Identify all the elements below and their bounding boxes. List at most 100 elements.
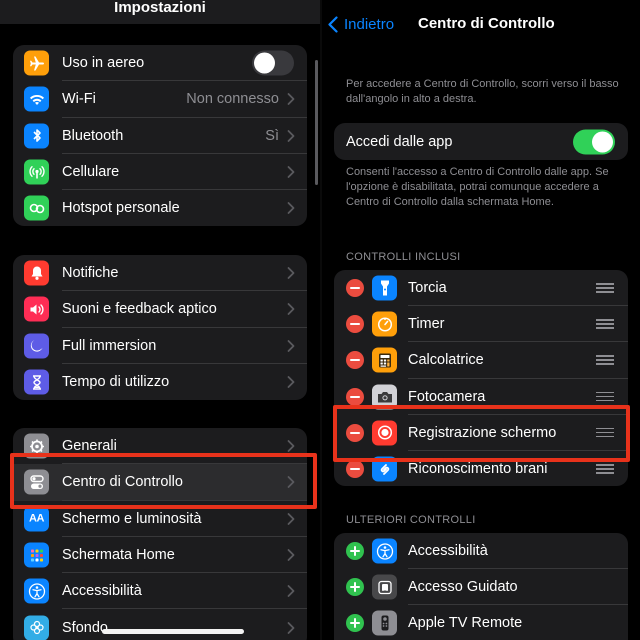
control-row[interactable]: Calcolatrice bbox=[334, 342, 628, 379]
row-wifi[interactable]: Wi-Fi Non connesso bbox=[13, 81, 307, 118]
row-label: Hotspot personale bbox=[62, 200, 180, 217]
control-label: Accessibilità bbox=[408, 543, 488, 560]
home-indicator[interactable] bbox=[102, 629, 244, 634]
chevron-right-icon bbox=[287, 440, 295, 453]
row-cellular[interactable]: Cellulare bbox=[13, 154, 307, 191]
row-airplane-mode[interactable]: Uso in aereo bbox=[13, 45, 307, 82]
flashlight-icon bbox=[372, 275, 397, 301]
control-center-pane: Indietro Centro di Controllo Per acceder… bbox=[322, 0, 640, 640]
row-focus[interactable]: Full immersion bbox=[13, 328, 307, 364]
row-label: Notifiche bbox=[62, 265, 119, 282]
control-label: Apple TV Remote bbox=[408, 615, 523, 632]
row-notifications[interactable]: Notifiche bbox=[13, 255, 307, 292]
row-hotspot[interactable]: Hotspot personale bbox=[13, 190, 307, 226]
control-label: Torcia bbox=[408, 280, 447, 297]
reorder-handle[interactable] bbox=[596, 283, 614, 293]
control-row[interactable]: Torcia bbox=[334, 270, 628, 307]
row-sounds[interactable]: Suoni e feedback aptico bbox=[13, 291, 307, 328]
chevron-right-icon bbox=[287, 512, 295, 525]
row-screen-time[interactable]: Tempo di utilizzo bbox=[13, 364, 307, 400]
included-header: CONTROLLI INCLUSI bbox=[346, 251, 461, 263]
accessibility-icon bbox=[24, 578, 49, 604]
intro-text: Per accedere a Centro di Controllo, scor… bbox=[346, 78, 619, 105]
notifications-group: Notifiche Suoni e feedback aptico Full i… bbox=[13, 255, 307, 401]
flower-icon bbox=[24, 615, 49, 640]
back-label: Indietro bbox=[344, 15, 395, 33]
settings-title: Impostazioni bbox=[114, 0, 206, 16]
back-button[interactable]: Indietro bbox=[328, 14, 394, 34]
row-label: Cellulare bbox=[62, 164, 120, 181]
remove-button[interactable] bbox=[346, 279, 364, 298]
row-label: Schermata Home bbox=[62, 547, 175, 564]
highlight-box bbox=[10, 453, 317, 509]
page-title: Centro di Controllo bbox=[418, 15, 555, 32]
bell-icon bbox=[24, 260, 49, 286]
hourglass-icon bbox=[24, 369, 49, 395]
row-label: Wi-Fi bbox=[62, 91, 96, 108]
airplane-icon bbox=[24, 50, 49, 76]
add-button[interactable] bbox=[346, 614, 364, 633]
row-label: Accedi dalle app bbox=[346, 133, 453, 150]
remote-icon bbox=[372, 610, 397, 636]
remove-button[interactable] bbox=[346, 315, 364, 334]
chevron-right-icon bbox=[287, 166, 295, 178]
access-group: Accedi dalle app bbox=[334, 123, 628, 160]
row-home-screen[interactable]: Schermata Home bbox=[13, 537, 307, 574]
row-access-from-apps[interactable]: Accedi dalle app bbox=[334, 123, 628, 160]
row-label: Suoni e feedback aptico bbox=[62, 301, 217, 318]
remove-button[interactable] bbox=[346, 460, 364, 479]
accessibility-icon bbox=[372, 538, 397, 564]
more-controls-group: Accessibilità Accesso Guidato Apple TV R… bbox=[334, 533, 628, 640]
row-label: Uso in aereo bbox=[62, 55, 145, 72]
hotspot-icon bbox=[24, 195, 49, 221]
control-row[interactable]: Accesso Guidato bbox=[334, 569, 628, 606]
remove-button[interactable] bbox=[346, 351, 364, 370]
connectivity-group: Uso in aereo Wi-Fi Non connesso Bluetoot… bbox=[13, 45, 307, 227]
control-row[interactable]: Timer bbox=[334, 306, 628, 343]
control-label: Accesso Guidato bbox=[408, 579, 518, 596]
row-bluetooth[interactable]: Bluetooth Sì bbox=[13, 118, 307, 154]
speaker-icon bbox=[24, 296, 49, 322]
reorder-handle[interactable] bbox=[596, 319, 614, 329]
bluetooth-status: Sì bbox=[265, 127, 279, 144]
settings-header: Impostazioni bbox=[0, 0, 320, 24]
chevron-right-icon bbox=[287, 339, 295, 352]
control-row[interactable]: Accessibilità bbox=[334, 533, 628, 570]
home-grid-icon bbox=[24, 542, 49, 568]
row-label: Tempo di utilizzo bbox=[62, 374, 170, 391]
row-label: Accessibilità bbox=[62, 583, 142, 600]
chevron-right-icon bbox=[287, 585, 295, 598]
chevron-right-icon bbox=[287, 549, 295, 561]
reorder-handle[interactable] bbox=[596, 355, 614, 365]
reorder-handle[interactable] bbox=[596, 391, 614, 402]
row-label: Full immersion bbox=[62, 337, 157, 354]
row-label: Sfondo bbox=[62, 619, 108, 636]
chevron-right-icon bbox=[287, 202, 295, 215]
control-label: Riconoscimento brani bbox=[408, 461, 548, 478]
highlight-box bbox=[333, 405, 630, 462]
access-note: Consenti l'accesso a Centro di Controllo… bbox=[346, 166, 609, 208]
row-accessibility[interactable]: Accessibilità bbox=[13, 573, 307, 610]
add-button[interactable] bbox=[346, 578, 364, 597]
chevron-right-icon bbox=[287, 267, 295, 280]
cellular-icon bbox=[24, 159, 49, 185]
calculator-icon bbox=[372, 347, 397, 373]
row-wallpaper[interactable]: Sfondo bbox=[13, 609, 307, 640]
bluetooth-icon bbox=[24, 123, 49, 149]
airplane-toggle[interactable] bbox=[252, 50, 294, 76]
chevron-right-icon bbox=[287, 376, 295, 388]
reorder-handle[interactable] bbox=[596, 464, 614, 474]
add-button[interactable] bbox=[346, 542, 364, 561]
remove-button[interactable] bbox=[346, 387, 364, 406]
row-label: Generali bbox=[62, 438, 117, 455]
guided-access-icon bbox=[372, 574, 397, 600]
control-label: Timer bbox=[408, 316, 445, 333]
chevron-right-icon bbox=[287, 303, 295, 316]
more-header: ULTERIORI CONTROLLI bbox=[346, 514, 476, 526]
scrollbar[interactable] bbox=[315, 60, 318, 185]
moon-icon bbox=[24, 333, 49, 359]
control-row[interactable]: Apple TV Remote bbox=[334, 605, 628, 640]
settings-pane: Impostazioni Uso in aereo Wi-Fi Non conn… bbox=[0, 0, 320, 640]
text-size-icon: AA bbox=[24, 506, 49, 532]
access-toggle[interactable] bbox=[573, 129, 615, 154]
